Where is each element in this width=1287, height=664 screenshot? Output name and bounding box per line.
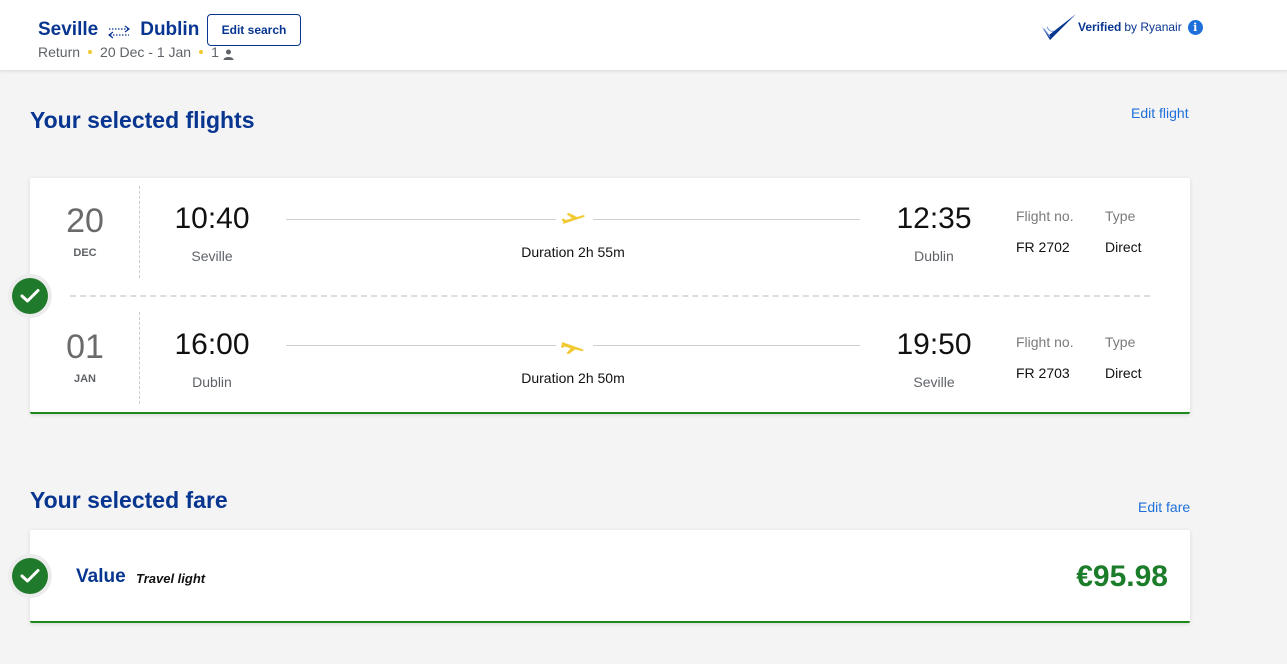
fare-price: €95.98 bbox=[1076, 560, 1168, 593]
route-line bbox=[593, 345, 860, 346]
arrival-city: Dublin bbox=[914, 248, 954, 264]
flight-type: Direct bbox=[1105, 239, 1142, 255]
flight-number-label: Flight no. bbox=[1016, 208, 1074, 224]
info-icon[interactable]: i bbox=[1187, 19, 1203, 35]
flights-card: 20 DEC 10:40 Seville Duration 2h 55m 12:… bbox=[30, 178, 1190, 414]
flight-type-label: Type bbox=[1105, 334, 1136, 350]
arrival-time: 12:35 bbox=[896, 202, 972, 235]
route-line bbox=[593, 219, 860, 220]
fare-subtitle: Travel light bbox=[136, 571, 206, 586]
flight-month: DEC bbox=[73, 247, 97, 259]
flight-number: FR 2703 bbox=[1016, 365, 1070, 381]
passenger-count: 1 bbox=[211, 44, 219, 60]
flight-day: 20 bbox=[66, 202, 104, 240]
flight-divider bbox=[70, 295, 1150, 297]
arrival-city: Seville bbox=[913, 374, 955, 390]
separator-dot bbox=[88, 50, 93, 54]
flight-number-label: Flight no. bbox=[1016, 334, 1074, 350]
verified-label: Verified bbox=[1078, 20, 1122, 34]
selected-flights-title: Your selected flights bbox=[30, 107, 255, 133]
trip-type: Return bbox=[38, 44, 81, 60]
plane-takeoff-icon bbox=[560, 211, 586, 229]
flight-date: 20 DEC bbox=[30, 186, 140, 278]
flight-type: Direct bbox=[1105, 365, 1142, 381]
trip-dates: 20 Dec - 1 Jan bbox=[100, 44, 192, 60]
flight-date: 01 JAN bbox=[30, 312, 140, 404]
arrival-time: 19:50 bbox=[896, 328, 972, 361]
flight-row-return: 01 JAN 16:00 Dublin Duration 2h 50m 19:5… bbox=[30, 312, 1190, 412]
fare-card: Value Travel light €95.98 bbox=[30, 530, 1190, 623]
route-line bbox=[286, 345, 556, 346]
verified-by-label: by Ryanair bbox=[1124, 20, 1182, 34]
flights-selected-badge bbox=[8, 274, 52, 318]
swap-arrows-icon bbox=[106, 23, 132, 39]
fare-selected-badge bbox=[8, 554, 52, 598]
separator-dot bbox=[199, 50, 204, 54]
destination-city: Dublin bbox=[140, 19, 200, 40]
route-line bbox=[286, 219, 556, 220]
flight-day: 01 bbox=[66, 328, 104, 366]
edit-fare-link[interactable]: Edit fare bbox=[1138, 499, 1190, 515]
top-header: Seville Dublin Edit search Return 20 Dec… bbox=[0, 0, 1287, 71]
selected-fare-title: Your selected fare bbox=[30, 487, 228, 513]
departure-city: Seville bbox=[191, 248, 233, 264]
checkmark-icon bbox=[12, 558, 48, 594]
departure-time: 16:00 bbox=[174, 328, 250, 361]
flight-duration: Duration 2h 55m bbox=[521, 244, 625, 260]
person-icon bbox=[223, 47, 234, 60]
trip-meta: Return 20 Dec - 1 Jan 1 bbox=[38, 44, 234, 60]
route-summary: Seville Dublin bbox=[38, 19, 199, 41]
departure-city: Dublin bbox=[192, 374, 232, 390]
flight-month: JAN bbox=[73, 373, 96, 385]
origin-city: Seville bbox=[38, 19, 99, 40]
plane-landing-icon bbox=[560, 337, 586, 355]
fare-name: Value bbox=[76, 566, 126, 587]
checkmark-icon bbox=[12, 278, 48, 314]
departure-time: 10:40 bbox=[174, 202, 250, 235]
flight-row-outbound: 20 DEC 10:40 Seville Duration 2h 55m 12:… bbox=[30, 186, 1190, 286]
flight-duration: Duration 2h 50m bbox=[521, 370, 625, 386]
flight-type-label: Type bbox=[1105, 208, 1136, 224]
verified-by-ryanair: Verified by Ryanair i bbox=[1040, 13, 1203, 41]
edit-flight-link[interactable]: Edit flight bbox=[1131, 105, 1189, 121]
edit-search-button[interactable]: Edit search bbox=[207, 14, 301, 46]
flight-number: FR 2702 bbox=[1016, 239, 1070, 255]
verified-check-icon bbox=[1040, 13, 1078, 41]
